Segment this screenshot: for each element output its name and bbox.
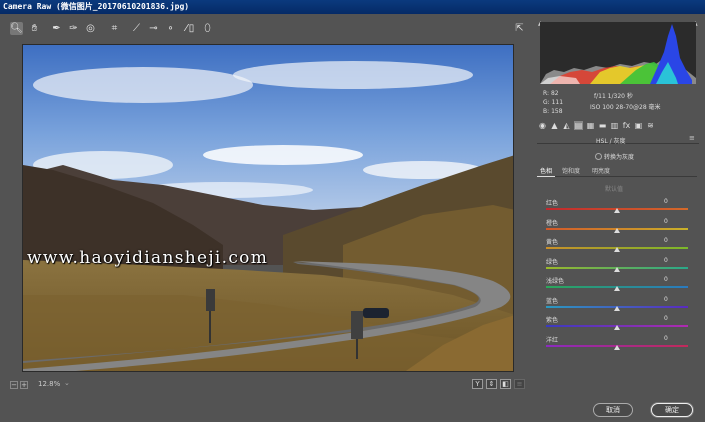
zoom-tool-icon[interactable]: 🔍︎ xyxy=(10,22,23,35)
camera-calibration-tab-icon[interactable]: ▣ xyxy=(634,121,643,130)
hand-tool-icon[interactable]: ✋︎ xyxy=(28,22,41,35)
detail-tab-icon[interactable]: ◭ xyxy=(562,121,571,130)
transform-tab-icon[interactable]: ▥ xyxy=(610,121,619,130)
exif-aperture-shutter: f/11 1/320 秒 xyxy=(594,93,633,100)
zoom-out-button[interactable]: − xyxy=(10,381,18,389)
slider-value[interactable]: 0 xyxy=(664,276,668,283)
image-preview[interactable]: www.haoyidiansheji.com xyxy=(22,44,514,372)
exif-info: f/11 1/320 秒 ISO 100 28-70@28 毫米 xyxy=(590,91,661,113)
color-sampler-tool-icon[interactable]: ✑ xyxy=(67,22,80,35)
hsl-tab-icon[interactable]: ▤ xyxy=(574,121,583,130)
rgb-readout: R: 82 G: 111 B: 158 xyxy=(543,89,563,116)
spot-removal-tool-icon[interactable]: ⊸ xyxy=(147,22,160,35)
slider-label: 绿色 xyxy=(546,258,559,266)
tab-hue[interactable]: 色相 xyxy=(537,167,556,177)
slider-label: 黄色 xyxy=(546,239,559,246)
radial-filter-tool-icon[interactable]: ⬯ xyxy=(201,22,214,35)
toolbar: 🔍︎ ✋︎ ✒ ✑ ◎ ⌗ ⟋ ⊸ ∘ ⁄ ▯ ⬯ xyxy=(4,18,534,40)
slider-label: 浅绿色 xyxy=(546,278,565,285)
targeted-adjustment-tool-icon[interactable]: ◎ xyxy=(84,22,97,35)
r-label: R: xyxy=(543,90,550,97)
hsl-subtabs: 色相 饱和度 明亮度 xyxy=(537,167,697,177)
presets-tab-icon[interactable]: ≋ xyxy=(646,121,655,130)
zoom-in-button[interactable]: + xyxy=(20,381,28,389)
ok-button[interactable]: 确定 xyxy=(651,403,693,417)
slider-thumb[interactable] xyxy=(614,286,620,291)
b-value: 158 xyxy=(551,108,563,115)
tab-saturation[interactable]: 饱和度 xyxy=(559,167,583,177)
grayscale-checkbox[interactable] xyxy=(595,153,602,160)
tone-curve-tab-icon[interactable]: ▲ xyxy=(550,121,559,130)
slider-thumb[interactable] xyxy=(614,227,620,233)
b-label: B: xyxy=(543,108,550,115)
cancel-button[interactable]: 取消 xyxy=(593,403,633,417)
default-link[interactable]: 默认值 xyxy=(605,184,623,193)
watermark-text: www.haoyidiansheji.com xyxy=(27,248,269,268)
crop-tool-icon[interactable]: ⌗ xyxy=(108,22,121,35)
histogram-graph xyxy=(540,24,696,84)
window-title: Camera Raw (微信图片_20170610201836.jpg) xyxy=(0,0,705,14)
red-eye-tool-icon[interactable]: ∘ xyxy=(164,22,177,35)
toggle-settings-button[interactable]: ≡ xyxy=(514,379,525,389)
slider-value[interactable]: 0 xyxy=(664,335,668,342)
panel-menu-icon[interactable]: ≡ xyxy=(689,134,695,142)
slider-value[interactable]: 0 xyxy=(664,315,668,322)
white-balance-tool-icon[interactable]: ✒ xyxy=(50,22,63,35)
slider-label: 橙色 xyxy=(546,219,559,227)
slider-thumb[interactable] xyxy=(614,208,620,213)
open-preferences-icon[interactable]: ⇱ xyxy=(513,22,526,35)
effects-tab-icon[interactable]: fx xyxy=(622,121,631,130)
slider-label: 洋红 xyxy=(546,336,559,344)
panel-tabs: ◉ ▲ ◭ ▤ ▦ ▬ ▥ fx ▣ ≋ xyxy=(538,121,698,133)
swap-settings-button[interactable]: ⇕ xyxy=(486,379,497,389)
slider-label: 蓝色 xyxy=(546,297,559,305)
slider-value[interactable]: 0 xyxy=(664,218,668,225)
slider-thumb[interactable] xyxy=(614,247,620,252)
copy-settings-button[interactable]: ◧ xyxy=(500,379,511,389)
basic-tab-icon[interactable]: ◉ xyxy=(538,121,547,130)
tab-luminance[interactable]: 明亮度 xyxy=(589,167,613,177)
grayscale-label[interactable]: 转换为灰度 xyxy=(604,152,634,161)
slider-thumb[interactable] xyxy=(614,344,620,350)
slider-thumb[interactable] xyxy=(614,305,620,311)
lens-corrections-tab-icon[interactable]: ▬ xyxy=(598,121,607,130)
histogram xyxy=(540,22,696,84)
zoom-dropdown-caret-icon[interactable]: ⌄ xyxy=(64,379,70,387)
slider-value[interactable]: 0 xyxy=(664,257,668,264)
before-after-button[interactable]: Y xyxy=(472,379,483,389)
straighten-tool-icon[interactable]: ⟋ xyxy=(130,22,143,35)
slider-thumb[interactable] xyxy=(614,266,620,272)
g-value: 111 xyxy=(551,99,564,106)
zoom-level[interactable]: 12.8% xyxy=(38,380,60,388)
g-label: G: xyxy=(543,99,550,106)
landscape-photo xyxy=(23,45,513,371)
exif-iso-lens: ISO 100 28-70@28 毫米 xyxy=(590,104,661,111)
slider-label: 红色 xyxy=(546,200,559,207)
section-title: HSL / 灰度 xyxy=(596,138,626,145)
slider-value[interactable]: 0 xyxy=(664,296,668,303)
r-value: 82 xyxy=(550,90,559,97)
split-toning-tab-icon[interactable]: ▦ xyxy=(586,121,595,130)
slider-value[interactable]: 0 xyxy=(664,198,668,205)
graduated-filter-tool-icon[interactable]: ▯ xyxy=(185,22,198,35)
slider-value[interactable]: 0 xyxy=(664,237,668,244)
slider-label: 紫色 xyxy=(546,317,559,324)
slider-thumb[interactable] xyxy=(614,325,620,330)
